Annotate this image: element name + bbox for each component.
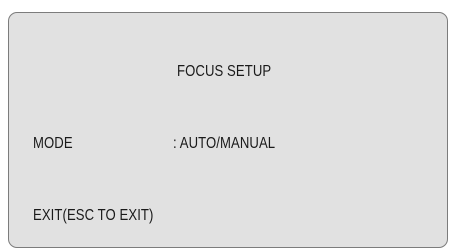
focus-setup-menu-panel: FOCUS SETUP MODE : AUTO/MANUAL EXIT(ESC … (8, 12, 448, 248)
mode-item-value[interactable]: : AUTO/MANUAL (173, 134, 275, 154)
menu-title: FOCUS SETUP (177, 63, 272, 80)
mode-item-label[interactable]: MODE (33, 134, 73, 154)
exit-menu-item[interactable]: EXIT(ESC TO EXIT) (33, 206, 153, 226)
